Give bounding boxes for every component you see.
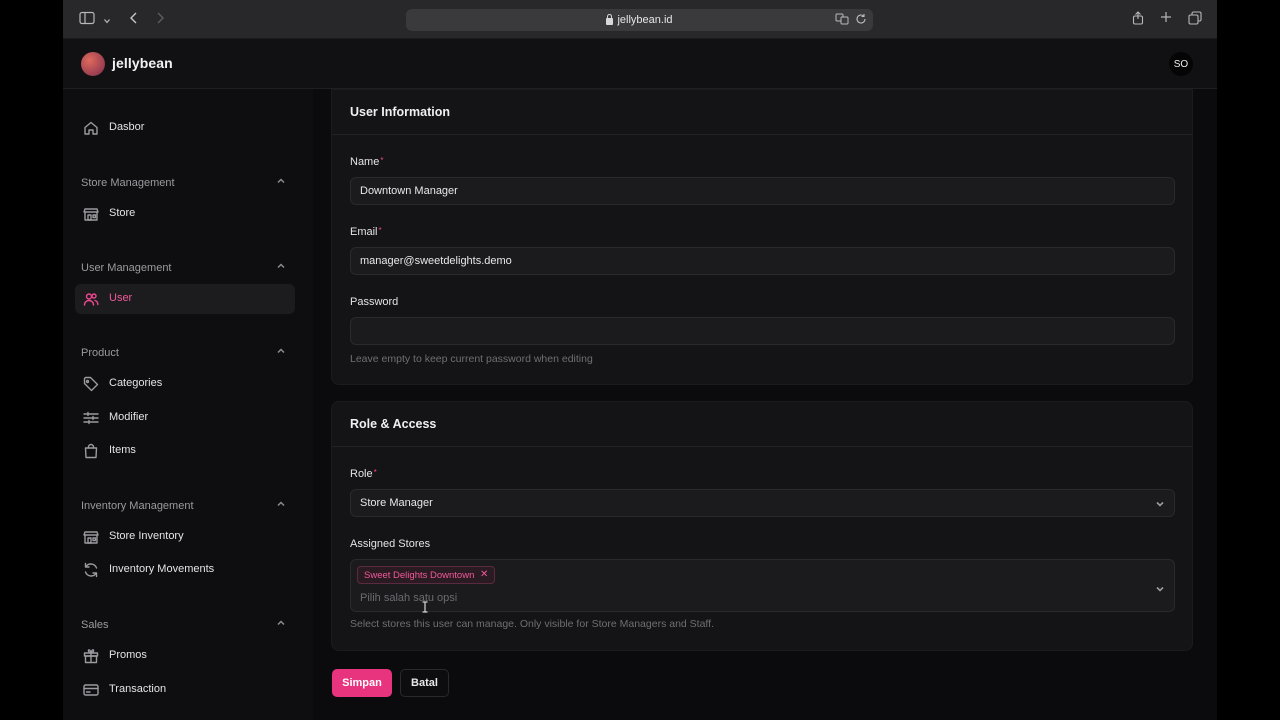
user-information-card: User Information Name* Downtown Manager … [331,89,1193,385]
chevron-down-icon[interactable] [103,13,111,29]
lock-icon [606,13,614,25]
browser-window: jellybean.id jellybean SO Dasbor Store M… [63,0,1217,720]
brand-logo[interactable] [81,52,105,76]
sidebar-group-product[interactable]: Product [81,343,287,359]
email-field[interactable]: manager@sweetdelights.demo [350,247,1175,275]
sidebar: Dasbor Store Management Store User Manag… [63,89,313,720]
back-icon[interactable] [129,11,139,29]
sidebar-item-items[interactable]: Items [75,436,295,466]
sidebar-group-label: Store Management [81,177,175,189]
chevron-down-icon[interactable] [1155,581,1165,592]
tag-icon [83,376,99,392]
role-label: Role* [350,468,377,480]
multiselect-placeholder[interactable]: Pilih salah satu opsi [360,592,457,604]
section-title: User Information [350,105,451,119]
sidebar-item-label: Modifier [109,411,149,423]
section-title: Role & Access [350,417,437,431]
letterbox-left [0,0,63,720]
remove-tag-icon[interactable]: ✕ [480,569,488,580]
reload-icon[interactable] [855,13,867,28]
text-cursor-icon [421,600,429,613]
home-icon [83,120,99,136]
sidebar-item-transaction[interactable]: Transaction [75,675,295,705]
browser-toolbar: jellybean.id [63,0,1217,39]
chevron-up-icon[interactable] [275,616,287,628]
sidebar-item-user[interactable]: User [75,284,295,314]
sidebar-item-store[interactable]: Store [75,199,295,229]
translate-icon[interactable] [835,13,849,28]
letterbox-right [1217,0,1280,720]
chevron-down-icon [1155,499,1165,509]
sidebar-group-label: Product [81,347,119,359]
sidebar-item-dasbor[interactable]: Dasbor [75,113,295,143]
sidebar-group-sales[interactable]: Sales [81,615,287,631]
address-bar[interactable]: jellybean.id [406,9,873,31]
share-icon[interactable] [1132,11,1144,29]
sidebar-group-label: Inventory Management [81,500,194,512]
sidebar-group-inventory-management[interactable]: Inventory Management [81,496,287,512]
save-button[interactable]: Simpan [332,669,392,697]
chevron-up-icon[interactable] [275,497,287,509]
assigned-stores-multiselect[interactable]: Sweet Delights Downtown ✕ Pilih salah sa… [350,559,1175,613]
sidebar-item-promos[interactable]: Promos [75,641,295,671]
refresh-icon [83,562,99,578]
sidebar-group-label: User Management [81,262,172,274]
email-label: Email* [350,226,382,238]
store-icon [83,206,99,222]
sidebar-item-modifier[interactable]: Modifier [75,403,295,433]
users-icon [83,291,99,307]
sidebar-item-label: Dasbor [109,121,145,133]
assigned-stores-hint: Select stores this user can manage. Only… [350,618,714,630]
sliders-icon [83,410,99,426]
main-content: User Information Name* Downtown Manager … [313,89,1217,720]
sidebar-item-label: User [109,292,133,304]
divider [332,134,1192,135]
credit-card-icon [83,682,99,698]
app-header: jellybean SO [63,39,1217,89]
selected-store-tag[interactable]: Sweet Delights Downtown ✕ [357,566,496,584]
sidebar-item-label: Store [109,207,136,219]
gift-icon [83,648,99,664]
password-hint: Leave empty to keep current password whe… [350,353,593,365]
role-select[interactable]: Store Manager [350,489,1175,517]
sidebar-item-label: Categories [109,377,163,389]
password-label: Password [350,296,399,308]
role-access-card: Role & Access Role* Store Manager Assign… [331,401,1193,651]
sidebar-item-inventory-movements[interactable]: Inventory Movements [75,555,295,585]
sidebar-group-label: Sales [81,619,109,631]
chevron-up-icon[interactable] [275,174,287,186]
sidebar-item-label: Store Inventory [109,530,184,542]
cancel-button[interactable]: Batal [400,669,449,697]
sidebar-item-label: Promos [109,649,147,661]
sidebar-item-label: Items [109,444,136,456]
sidebar-group-user-management[interactable]: User Management [81,258,287,274]
user-avatar[interactable]: SO [1169,52,1193,76]
new-tab-icon[interactable] [1160,11,1172,27]
sidebar-item-label: Inventory Movements [109,563,215,575]
url-text: jellybean.id [617,14,673,26]
forward-icon[interactable] [155,11,165,29]
name-label: Name* [350,156,384,168]
assigned-stores-label: Assigned Stores [350,538,431,550]
name-field[interactable]: Downtown Manager [350,177,1175,205]
chevron-up-icon[interactable] [275,344,287,356]
sidebar-item-categories[interactable]: Categories [75,369,295,399]
divider [332,446,1192,447]
chevron-up-icon[interactable] [275,259,287,271]
sidebar-item-label: Transaction [109,683,167,695]
tag-label: Sweet Delights Downtown [364,569,475,581]
sidebar-toggle-icon[interactable] [79,11,95,29]
password-field[interactable] [350,317,1175,345]
sidebar-group-store-management[interactable]: Store Management [81,173,287,189]
tabs-overview-icon[interactable] [1188,11,1202,29]
sidebar-item-store-inventory[interactable]: Store Inventory [75,522,295,552]
bag-icon [83,443,99,459]
store-icon [83,529,99,545]
role-select-value: Store Manager [360,497,433,509]
brand-name[interactable]: jellybean [112,55,173,71]
